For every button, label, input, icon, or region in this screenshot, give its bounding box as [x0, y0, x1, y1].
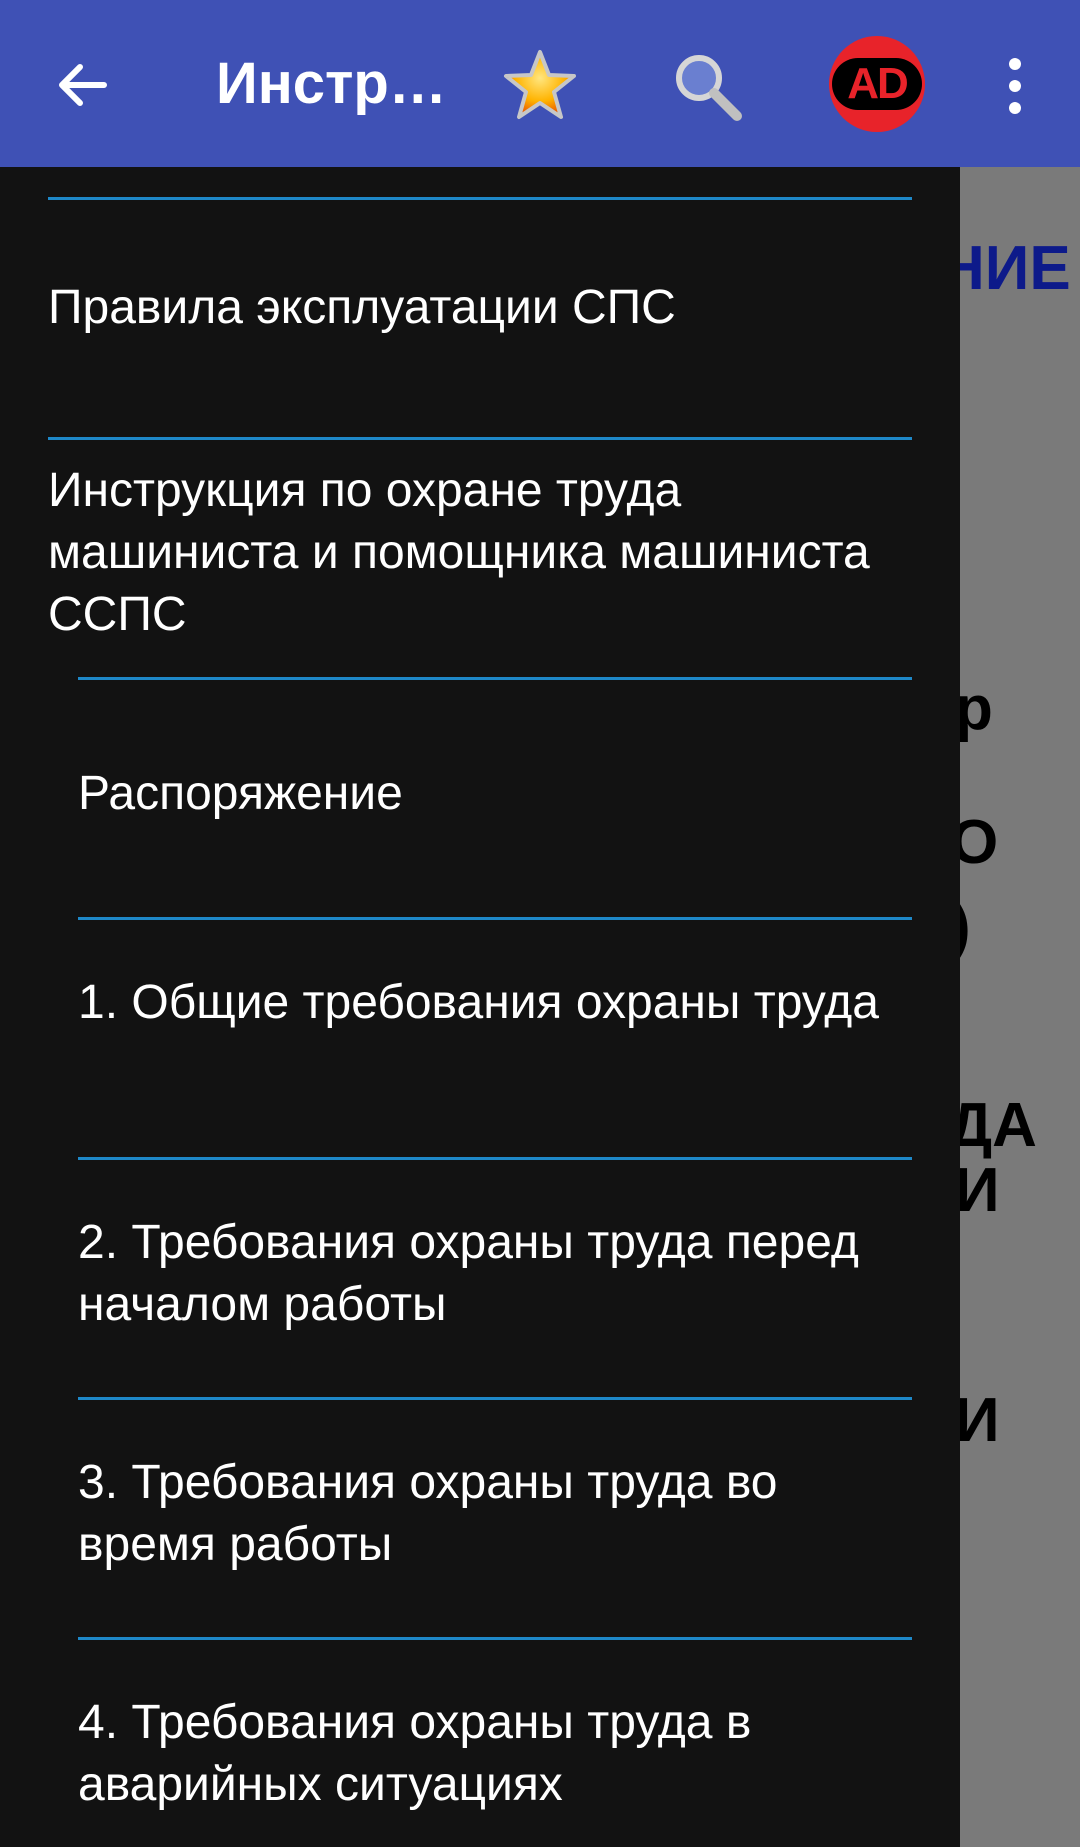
more-options-button[interactable] — [990, 44, 1040, 128]
doc-fragment: И — [955, 1386, 1000, 1455]
drawer-item-section-3[interactable]: 3. Требования охраны труда во время рабо… — [78, 1452, 912, 1576]
more-dot — [1009, 102, 1021, 114]
ad-label: AD — [832, 58, 922, 110]
search-icon — [676, 55, 742, 121]
divider — [78, 677, 912, 680]
favorite-button[interactable] — [498, 44, 582, 128]
more-dot — [1009, 80, 1021, 92]
divider — [48, 197, 912, 200]
top-app-bar: Инстр… AD — [0, 0, 1080, 167]
drawer-item-operating-rules[interactable]: Правила эксплуатации СПС — [48, 277, 912, 339]
doc-fragment: И — [955, 1156, 1000, 1225]
app-screen: Инстр… AD НИЕ р О) ДА И И Правила экспл… — [0, 0, 1080, 1847]
drawer-item-section-2[interactable]: 2. Требования охраны труда перед началом… — [78, 1212, 912, 1336]
search-button[interactable] — [665, 44, 749, 128]
doc-fragment: р — [955, 674, 993, 743]
ad-button[interactable]: AD — [829, 36, 925, 132]
drawer-item-order[interactable]: Распоряжение — [78, 763, 912, 825]
star-icon — [504, 50, 576, 119]
divider — [78, 1637, 912, 1640]
drawer-item-section-1[interactable]: 1. Общие требования охраны труда — [78, 972, 912, 1034]
divider — [78, 1157, 912, 1160]
doc-fragment: ДА — [948, 1091, 1037, 1160]
toolbar-title: Инстр… — [216, 51, 447, 116]
more-vertical-icon — [1009, 58, 1021, 70]
drawer-item-section-4[interactable]: 4. Требования охраны труда в аварийных с… — [78, 1692, 912, 1816]
drawer-item-safety-instruction[interactable]: Инструкция по охране труда машиниста и п… — [48, 460, 912, 646]
arrow-left-icon — [59, 64, 107, 106]
back-button[interactable] — [40, 43, 124, 127]
divider — [78, 917, 912, 920]
navigation-drawer: Правила эксплуатации СПС Инструкция по о… — [0, 167, 960, 1847]
divider — [48, 437, 912, 440]
divider — [78, 1397, 912, 1400]
